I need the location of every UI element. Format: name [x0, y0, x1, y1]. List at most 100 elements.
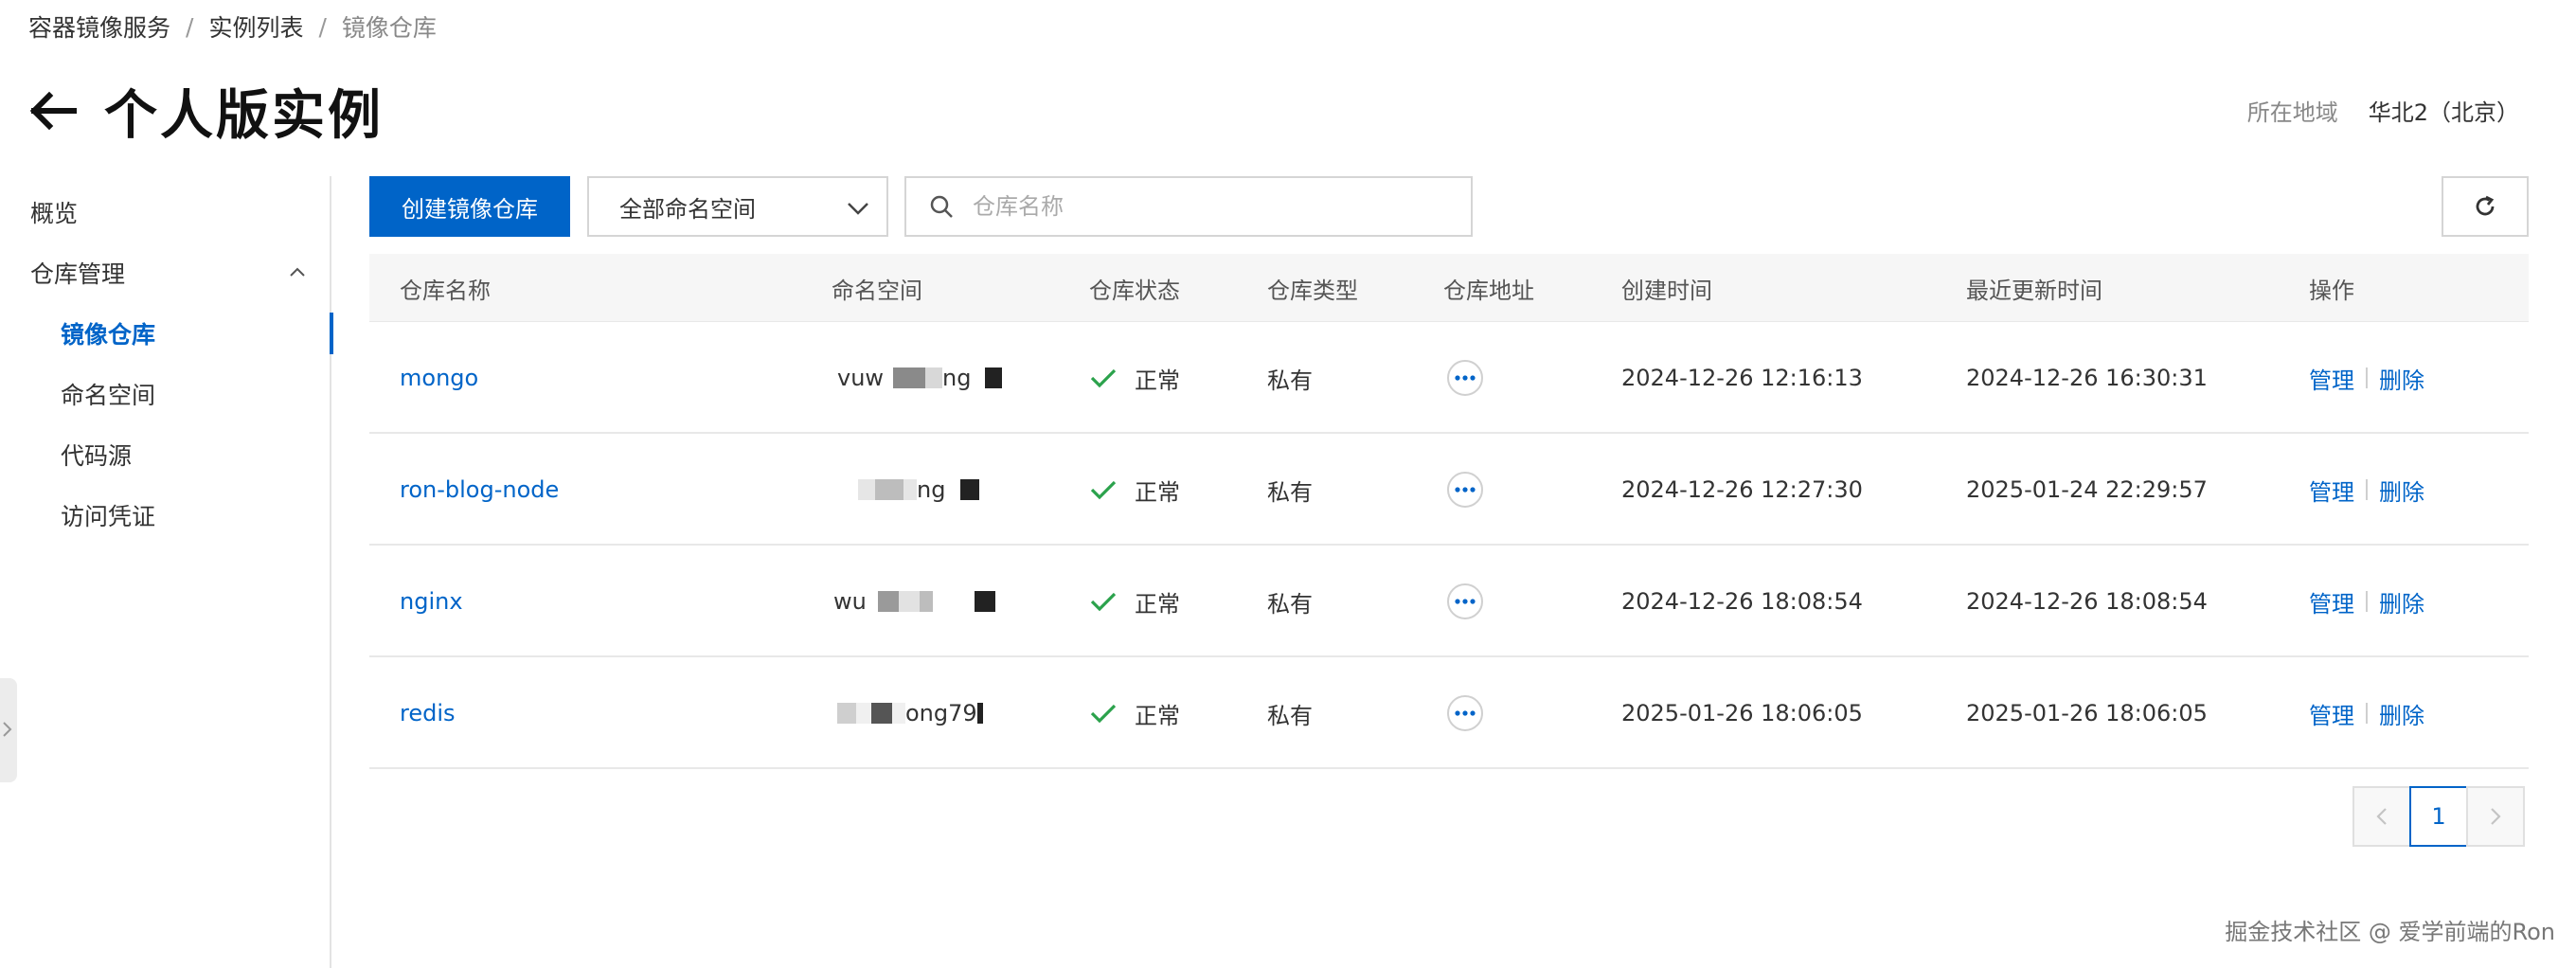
column-header-status: 仓库状态: [1089, 277, 1180, 304]
page-header: 个人版实例: [27, 68, 384, 153]
delete-link[interactable]: 删除: [2379, 362, 2424, 395]
column-header-created: 创建时间: [1621, 277, 1712, 304]
more-icon[interactable]: [1447, 360, 1483, 396]
created-time: 2024-12-26 18:08:54: [1621, 588, 1863, 615]
delete-link[interactable]: 删除: [2379, 585, 2424, 618]
sidebar-item-overview[interactable]: 概览: [0, 184, 331, 241]
updated-time: 2024-12-26 18:08:54: [1966, 588, 2208, 615]
created-time: 2025-01-26 18:06:05: [1621, 700, 1863, 726]
sidebar-item-label: 访问凭证: [61, 503, 156, 530]
created-time: 2024-12-26 12:27:30: [1621, 476, 1863, 503]
sidebar-item-namespace[interactable]: 命名空间: [0, 366, 331, 422]
manage-link[interactable]: 管理: [2309, 697, 2354, 730]
column-header-repo-name: 仓库名称: [400, 277, 491, 304]
repo-type: 私有: [1267, 702, 1313, 729]
chevron-down-icon: [848, 203, 868, 215]
namespace-text-tail: ng: [917, 476, 946, 503]
ops-divider: [2366, 367, 2368, 388]
status-text: 正常: [1135, 478, 1180, 506]
more-icon[interactable]: [1447, 472, 1483, 508]
sidebar-collapse-handle[interactable]: [0, 678, 17, 782]
repo-name-link[interactable]: mongo: [400, 365, 478, 391]
breadcrumb-item-container-registry[interactable]: 容器镜像服务: [28, 9, 170, 44]
breadcrumb-item-instance-list[interactable]: 实例列表: [208, 9, 303, 44]
check-icon: [1090, 592, 1117, 612]
sidebar-item-image-repo[interactable]: 镜像仓库: [0, 305, 333, 362]
chevron-right-icon: [2491, 808, 2501, 825]
created-time: 2024-12-26 12:16:13: [1621, 365, 1863, 391]
sidebar-item-label: 镜像仓库: [61, 321, 156, 349]
page-title: 个人版实例: [104, 84, 384, 147]
status-text: 正常: [1135, 702, 1180, 729]
namespace-text-tail: ong79: [905, 700, 977, 726]
create-repo-button[interactable]: 创建镜像仓库: [369, 176, 570, 237]
check-icon: [1090, 704, 1117, 724]
sidebar-item-label: 代码源: [61, 442, 133, 470]
watermark-text: 掘金技术社区 @ 爱学前端的Ron: [2225, 919, 2555, 945]
chevron-up-icon: [290, 267, 305, 277]
namespace-value: ng: [837, 471, 980, 509]
refresh-icon: [2476, 195, 2495, 216]
manage-link[interactable]: 管理: [2309, 474, 2354, 507]
next-page-button[interactable]: [2466, 786, 2525, 847]
ops-divider: [2366, 703, 2368, 724]
table-row: mongo vuw ng 正常 私有 2024-12-26 12:16:13 2…: [369, 322, 2529, 434]
sidebar-item-access-credential[interactable]: 访问凭证: [0, 487, 331, 544]
repo-type: 私有: [1267, 590, 1313, 618]
repo-name-link[interactable]: ron-blog-node: [400, 476, 559, 503]
status-text: 正常: [1135, 367, 1180, 394]
column-header-updated: 最近更新时间: [1966, 277, 2102, 304]
sidebar-item-code-source[interactable]: 代码源: [0, 426, 331, 483]
sidebar: 概览 仓库管理 镜像仓库 命名空间 代码源 访问凭证: [0, 176, 333, 968]
namespace-value: vuw ng: [837, 359, 1002, 397]
repo-name-link[interactable]: redis: [400, 700, 456, 726]
table-header: 仓库名称 命名空间 仓库状态 仓库类型 仓库地址 创建时间 最近更新时间 操作: [369, 254, 2529, 322]
namespace-text: wu: [833, 588, 867, 615]
repo-name-link[interactable]: nginx: [400, 588, 463, 615]
ops-divider: [2366, 479, 2368, 500]
namespace-text: vuw: [837, 365, 885, 391]
updated-time: 2025-01-24 22:29:57: [1966, 476, 2208, 503]
namespace-value: ong79: [837, 694, 983, 732]
search-box: [904, 176, 1473, 237]
region-label: 所在地域: [2246, 99, 2338, 126]
column-header-actions: 操作: [2309, 277, 2354, 304]
manage-link[interactable]: 管理: [2309, 362, 2354, 395]
check-icon: [1090, 480, 1117, 500]
table-row: ron-blog-node ng 正常 私有 2024-12-26 12:27:…: [369, 434, 2529, 546]
sidebar-item-label: 命名空间: [61, 382, 156, 409]
page-number-button[interactable]: 1: [2409, 786, 2468, 847]
table-row: redis ong79 正常 私有 2025-01-26 18:06:05 20…: [369, 657, 2529, 769]
search-icon: [930, 195, 953, 218]
repo-type: 私有: [1267, 367, 1313, 394]
ops-divider: [2366, 591, 2368, 612]
manage-link[interactable]: 管理: [2309, 585, 2354, 618]
more-icon[interactable]: [1447, 583, 1483, 619]
pagination: 1: [2352, 786, 2525, 847]
breadcrumb: 容器镜像服务 / 实例列表 / 镜像仓库: [28, 8, 437, 45]
namespace-select[interactable]: 全部命名空间: [587, 176, 888, 237]
check-icon: [1090, 368, 1117, 388]
table-row: nginx wu 正常 私有 2024-12-26 18:08:54 2024-…: [369, 546, 2529, 657]
delete-link[interactable]: 删除: [2379, 697, 2424, 730]
chevron-right-icon: [3, 722, 12, 737]
updated-time: 2024-12-26 16:30:31: [1966, 365, 2208, 391]
repo-type: 私有: [1267, 478, 1313, 506]
arrow-left-icon[interactable]: [27, 84, 80, 137]
namespace-select-value: 全部命名空间: [619, 195, 756, 223]
namespace-value: wu: [833, 583, 995, 620]
more-icon[interactable]: [1447, 695, 1483, 731]
updated-time: 2025-01-26 18:06:05: [1966, 700, 2208, 726]
column-header-address: 仓库地址: [1443, 277, 1534, 304]
search-input[interactable]: [971, 192, 1425, 221]
breadcrumb-separator: /: [186, 12, 194, 41]
region-value: 华北2（北京）: [2368, 99, 2519, 126]
prev-page-button[interactable]: [2352, 786, 2411, 847]
namespace-text-tail: ng: [942, 365, 972, 391]
breadcrumb-separator: /: [318, 12, 327, 41]
region-info: 所在地域 华北2（北京）: [2247, 87, 2519, 133]
sidebar-item-repo-management[interactable]: 仓库管理: [0, 244, 331, 301]
delete-link[interactable]: 删除: [2379, 474, 2424, 507]
status-text: 正常: [1135, 590, 1180, 618]
refresh-button[interactable]: [2442, 176, 2529, 237]
